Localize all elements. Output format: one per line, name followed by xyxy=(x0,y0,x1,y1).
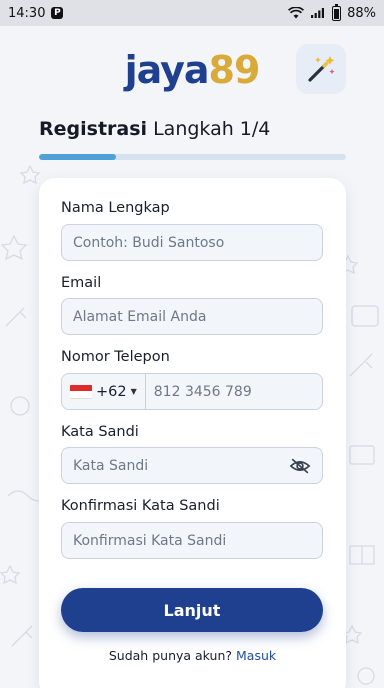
wifi-icon xyxy=(288,7,305,19)
login-prompt: Sudah punya akun? Masuk xyxy=(39,648,346,663)
chevron-down-icon: ▼ xyxy=(130,387,137,396)
registration-progress-bar xyxy=(39,154,346,160)
logo-text: jaya xyxy=(124,48,210,92)
email-field-wrapper xyxy=(61,298,323,335)
magic-wand-icon xyxy=(308,56,335,82)
password-input[interactable] xyxy=(73,457,289,474)
country-code: +62 xyxy=(96,383,127,400)
login-link[interactable]: Masuk xyxy=(236,648,276,663)
signal-icon xyxy=(311,8,325,18)
status-bar: 14:30 P 88% xyxy=(0,0,384,26)
full-name-field-wrapper xyxy=(61,224,323,261)
page-title: Registrasi Langkah 1/4 xyxy=(39,118,270,140)
phone-field-wrapper: +62 ▼ xyxy=(61,373,323,410)
magic-wand-button[interactable] xyxy=(296,44,346,94)
app-header: jaya89 xyxy=(0,26,384,116)
password-field-wrapper xyxy=(61,447,323,484)
confirm-password-label: Konfirmasi Kata Sandi xyxy=(61,498,220,514)
logo-number: 89 xyxy=(208,48,261,92)
page-title-step: Langkah 1/4 xyxy=(147,118,271,140)
have-account-text: Sudah punya akun? xyxy=(108,648,233,663)
indonesia-flag-icon xyxy=(70,384,92,399)
confirm-password-input[interactable] xyxy=(73,532,311,549)
confirm-password-field-wrapper xyxy=(61,522,323,559)
email-input[interactable] xyxy=(73,308,311,325)
phone-label: Nomor Telepon xyxy=(61,349,170,365)
email-label: Email xyxy=(61,275,102,291)
notification-badge-icon: P xyxy=(51,7,64,19)
country-code-selector[interactable]: +62 ▼ xyxy=(62,374,146,409)
battery-percent: 88% xyxy=(347,5,376,21)
status-time: 14:30 xyxy=(8,5,46,21)
registration-form-card: Nama Lengkap Email Nomor Telepon +62 ▼ K… xyxy=(39,178,346,688)
phone-input[interactable] xyxy=(145,383,322,400)
eye-off-icon[interactable] xyxy=(289,457,311,475)
next-button[interactable]: Lanjut xyxy=(61,588,323,632)
battery-icon xyxy=(332,3,342,21)
page-title-bold: Registrasi xyxy=(39,118,148,140)
password-label: Kata Sandi xyxy=(61,424,139,440)
full-name-input[interactable] xyxy=(73,234,311,251)
registration-progress-fill xyxy=(39,154,116,160)
full-name-label: Nama Lengkap xyxy=(61,200,170,216)
